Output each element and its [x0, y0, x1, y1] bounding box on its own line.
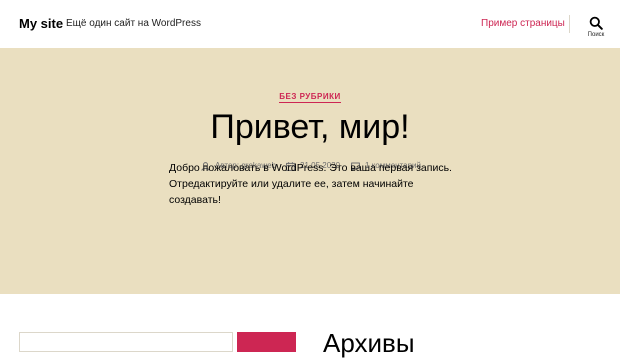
post-category: БЕЗ РУБРИКИ — [0, 86, 620, 104]
search-input[interactable] — [19, 332, 233, 352]
search-submit-button[interactable] — [237, 332, 296, 352]
post-content-text: Добро пожаловать в WordPress. Это ваша п… — [169, 162, 452, 206]
site-description: Ещё один сайт на WordPress — [66, 18, 201, 29]
search-icon — [589, 16, 603, 30]
site-title-link[interactable]: My site — [19, 16, 63, 31]
post-title: Привет, мир! — [210, 108, 410, 146]
nav-link-sample-page[interactable]: Пример страницы — [481, 18, 565, 29]
search-label: Поиск — [587, 32, 605, 38]
archives-widget-title: Архивы — [323, 328, 415, 358]
search-toggle-button[interactable]: Поиск — [582, 14, 610, 42]
post-content: Добро пожаловать в WordPress. Это ваша п… — [169, 160, 459, 208]
header-divider — [569, 15, 570, 33]
category-link[interactable]: БЕЗ РУБРИКИ — [279, 92, 341, 103]
site-header: My site Ещё один сайт на WordPress Приме… — [0, 0, 620, 48]
